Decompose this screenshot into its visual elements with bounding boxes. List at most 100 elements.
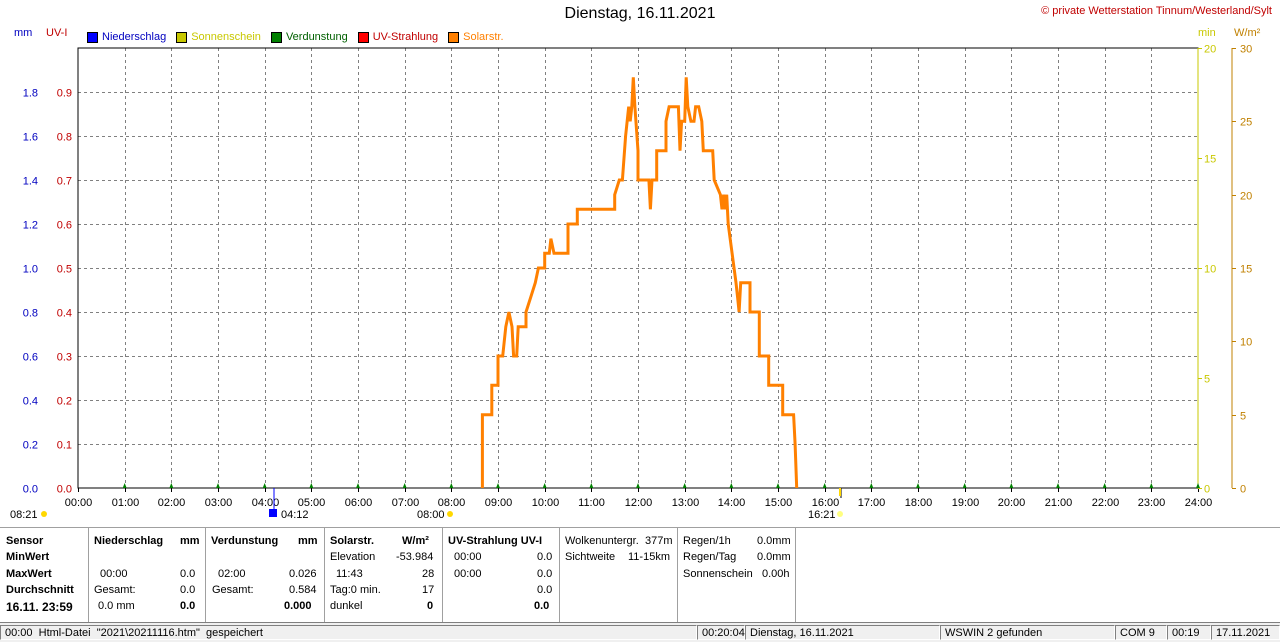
x-tick-label: 01:00 bbox=[112, 497, 140, 509]
sunshine-val: 0.00h bbox=[762, 568, 790, 580]
grid bbox=[78, 48, 1198, 488]
solar-unit: W/m² bbox=[402, 535, 429, 547]
uv-v1: 0.0 bbox=[537, 551, 553, 563]
sensor-date: 16.11. 23:59 bbox=[6, 600, 73, 614]
min-tick-label: 10 bbox=[1204, 264, 1216, 276]
niederschlag-gesamt-label: Gesamt: bbox=[94, 584, 136, 596]
uvi-tick-label: 0.7 bbox=[57, 176, 72, 188]
evaporation-marker bbox=[356, 483, 360, 488]
x-tick-label: 14:00 bbox=[718, 497, 746, 509]
verdunstung-max-val: 0.026 bbox=[289, 568, 317, 580]
uv-header: UV-Strahlung UV-I bbox=[448, 535, 543, 547]
evaporation-marker bbox=[962, 483, 967, 488]
status-clock: 00:19 bbox=[1167, 625, 1211, 640]
x-tick-label: 17:00 bbox=[858, 497, 886, 509]
uvi-tick-label: 0.3 bbox=[57, 352, 72, 364]
x-tick-label: 09:00 bbox=[485, 497, 513, 509]
x-tick-label: 20:00 bbox=[998, 497, 1026, 509]
min-tick-label: 15 bbox=[1204, 154, 1216, 166]
x-tick-label: 15:00 bbox=[765, 497, 793, 509]
x-tick-label: 04:00 bbox=[252, 497, 280, 509]
status-bar: 00:00 Html-Datei "2021\20211116.htm" ges… bbox=[0, 622, 1280, 642]
sun-start-icon bbox=[447, 511, 453, 517]
evaporation-marker bbox=[682, 483, 687, 488]
x-tick-label: 12:00 bbox=[625, 497, 653, 509]
niederschlag-header: Niederschlag bbox=[94, 535, 164, 547]
cloud-label: Wolkenuntergr. bbox=[565, 535, 639, 547]
solar-elev-val: -53.984 bbox=[396, 551, 434, 563]
verdunstung-unit: mm bbox=[298, 535, 318, 547]
x-tick-label: 06:00 bbox=[345, 497, 373, 509]
verdunstung-gesamt-val: 0.584 bbox=[289, 584, 317, 596]
moon-label: 04:12 bbox=[281, 509, 309, 521]
x-tick-label: 21:00 bbox=[1045, 497, 1073, 509]
x-tick-label: 08:00 bbox=[438, 497, 466, 509]
evaporation-marker bbox=[1149, 483, 1154, 488]
col-cloud: Wolkenuntergr. 377m Sichtweite 11-15km bbox=[559, 528, 678, 623]
solar-dunkel-label: dunkel bbox=[330, 600, 363, 612]
evaporation-marker bbox=[1102, 483, 1107, 488]
status-time: 00:20:04 bbox=[697, 625, 745, 640]
x-tick-label: 24:00 bbox=[1185, 497, 1213, 509]
mm-tick-label: 1.6 bbox=[23, 132, 38, 144]
rainday-val: 0.0mm bbox=[757, 551, 791, 563]
evaporation-marker bbox=[262, 483, 267, 488]
solar-elev-label: Elevation bbox=[330, 551, 376, 563]
uv-v2: 0.0 bbox=[537, 568, 553, 580]
sunshine-label: Sonnenschein bbox=[683, 568, 753, 580]
evaporation-marker bbox=[122, 483, 127, 488]
wm2-tick-label: 15 bbox=[1240, 264, 1252, 276]
x-tick-label: 11:00 bbox=[578, 497, 605, 509]
solar-header: Solarstr. bbox=[330, 535, 375, 547]
col-solar: Solarstr. W/m² Elevation -53.984 11:43 2… bbox=[324, 528, 443, 623]
niederschlag-avg-label: 0.0 mm bbox=[98, 600, 135, 612]
uv-t1: 00:00 bbox=[454, 551, 482, 563]
summary-table: Sensor MinWert MaxWert Durchschnitt 16.1… bbox=[0, 527, 1280, 624]
x-tick-label: 03:00 bbox=[205, 497, 233, 509]
evaporation-marker bbox=[822, 483, 827, 488]
uvi-tick-label: 0.9 bbox=[57, 88, 72, 100]
wm2-tick-label: 20 bbox=[1240, 191, 1252, 203]
visibility-val: 11-15km bbox=[628, 551, 670, 563]
status-message: 00:00 Html-Datei "2021\20211116.htm" ges… bbox=[0, 625, 697, 640]
evaporation-marker bbox=[1196, 483, 1200, 488]
evaporation-marker bbox=[1009, 483, 1014, 488]
evaporation-marker bbox=[309, 483, 314, 488]
axes: 00:00 01:00 02:00 03:00 04:00 05:00 06:00 07:00… bbox=[23, 44, 1253, 510]
uvi-tick-label: 0.5 bbox=[57, 264, 72, 276]
maxwert-label: MaxWert bbox=[6, 568, 52, 580]
status-date: Dienstag, 16.11.2021 bbox=[745, 625, 940, 640]
status-date2: 17.11.2021 bbox=[1211, 625, 1280, 640]
col-verdunstung: Verdunstung mm 02:00 0.026 Gesamt: 0.584… bbox=[205, 528, 325, 623]
niederschlag-avg-val: 0.0 bbox=[180, 600, 196, 612]
minwert-label: MinWert bbox=[6, 551, 50, 563]
evaporation-marker bbox=[916, 483, 920, 488]
x-tick-label: 23:00 bbox=[1138, 497, 1166, 509]
status-wswin: WSWIN 2 gefunden bbox=[940, 625, 1115, 640]
mm-tick-label: 1.8 bbox=[23, 88, 38, 100]
verdunstung-header: Verdunstung bbox=[211, 535, 279, 547]
visibility-label: Sichtweite bbox=[565, 551, 616, 563]
sunset-icon bbox=[837, 511, 843, 517]
uv-v4: 0.0 bbox=[534, 600, 550, 612]
series-layer bbox=[480, 77, 799, 489]
mm-tick-label: 0.6 bbox=[23, 352, 38, 364]
mm-tick-label: 1.2 bbox=[23, 220, 38, 232]
uvi-tick-label: 0.4 bbox=[57, 308, 72, 320]
niederschlag-unit: mm bbox=[180, 535, 200, 547]
evaporation-marker bbox=[496, 483, 500, 488]
mm-tick-label: 0.8 bbox=[23, 308, 38, 320]
verdunstung-gesamt-label: Gesamt: bbox=[212, 584, 254, 596]
min-tick-label: 5 bbox=[1204, 374, 1210, 386]
x-tick-label: 05:00 bbox=[298, 497, 326, 509]
uvi-tick-label: 0.0 bbox=[57, 484, 72, 496]
mm-tick-label: 0.2 bbox=[23, 440, 38, 452]
niederschlag-max-time: 00:00 bbox=[100, 568, 128, 580]
moon-icon bbox=[269, 509, 277, 517]
cloud-val: 377m bbox=[645, 535, 673, 547]
sunrise-label: 08:21 bbox=[10, 509, 38, 521]
x-tick-label: 16:00 bbox=[812, 497, 840, 509]
durchschnitt-label: Durchschnitt bbox=[6, 584, 74, 596]
niederschlag-max-val: 0.0 bbox=[180, 568, 196, 580]
solar-dunkel-val: 0 bbox=[427, 600, 434, 612]
